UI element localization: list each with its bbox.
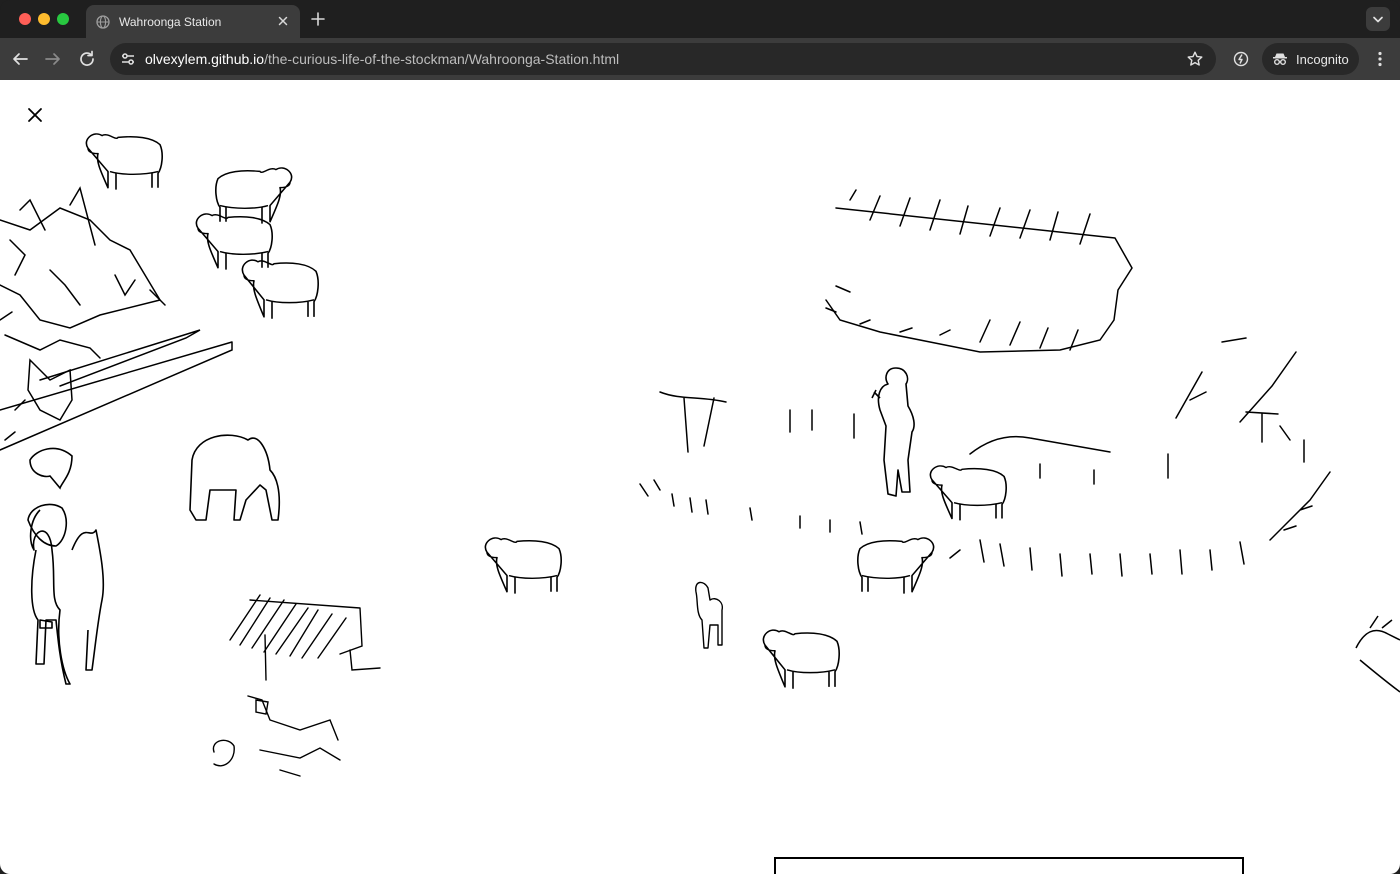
- incognito-label: Incognito: [1296, 51, 1349, 67]
- address-bar[interactable]: olvexylem.github.io/the-curious-life-of-…: [110, 43, 1216, 75]
- toolbar: olvexylem.github.io/the-curious-life-of-…: [0, 38, 1400, 80]
- sheep: [85, 133, 163, 191]
- stock-yard: [825, 189, 1133, 353]
- sheep-flock-topleft: [85, 133, 319, 320]
- bookmark-star-icon[interactable]: [1186, 50, 1204, 68]
- tab-close-icon[interactable]: [275, 13, 291, 29]
- bottom-panel: [774, 857, 1244, 874]
- minimize-window-button[interactable]: [38, 13, 50, 25]
- rider-on-horse: [27, 503, 105, 685]
- tab-strip: Wahroonga Station: [0, 0, 1400, 38]
- sheep-center-left: [484, 537, 562, 595]
- extensions-icon[interactable]: [1232, 50, 1250, 68]
- back-button[interactable]: [8, 47, 32, 71]
- right-edge-animal: [1355, 615, 1400, 693]
- close-icon[interactable]: [24, 104, 46, 126]
- tab-active[interactable]: Wahroonga Station: [86, 5, 300, 38]
- new-tab-button[interactable]: [308, 9, 328, 29]
- site-info-icon[interactable]: [119, 50, 137, 68]
- station-scene: [0, 133, 1400, 777]
- sheep: [215, 167, 293, 225]
- page-viewport: [0, 80, 1400, 874]
- fence-right: [639, 337, 1331, 577]
- zoom-window-button[interactable]: [57, 13, 69, 25]
- tab-search-button[interactable]: [1366, 7, 1390, 31]
- close-window-button[interactable]: [19, 13, 31, 25]
- horse-grazing: [189, 434, 281, 521]
- sheep-lower-center: [762, 465, 1007, 690]
- sheep: [929, 465, 1007, 522]
- url-text: olvexylem.github.io/the-curious-life-of-…: [145, 51, 619, 67]
- sheep: [762, 629, 840, 690]
- woodpile: [212, 594, 381, 777]
- tab-title: Wahroonga Station: [119, 14, 222, 29]
- globe-icon: [96, 14, 110, 29]
- horse-head: [29, 447, 73, 490]
- url-host: olvexylem.github.io: [145, 51, 265, 67]
- sheep: [857, 537, 935, 595]
- reload-button[interactable]: [75, 47, 99, 71]
- incognito-icon: [1272, 51, 1288, 67]
- url-path: /the-curious-life-of-the-stockman/Wahroo…: [264, 51, 620, 67]
- llama: [695, 581, 724, 649]
- more-menu-icon[interactable]: [1370, 49, 1390, 69]
- forward-button[interactable]: [41, 47, 65, 71]
- sheep: [484, 537, 562, 595]
- incognito-badge[interactable]: Incognito: [1262, 43, 1359, 75]
- sheep: [241, 259, 319, 320]
- stockman-figure: [871, 367, 915, 497]
- browser-window: Wahroonga Station olvexylem.github.io/th…: [0, 0, 1400, 874]
